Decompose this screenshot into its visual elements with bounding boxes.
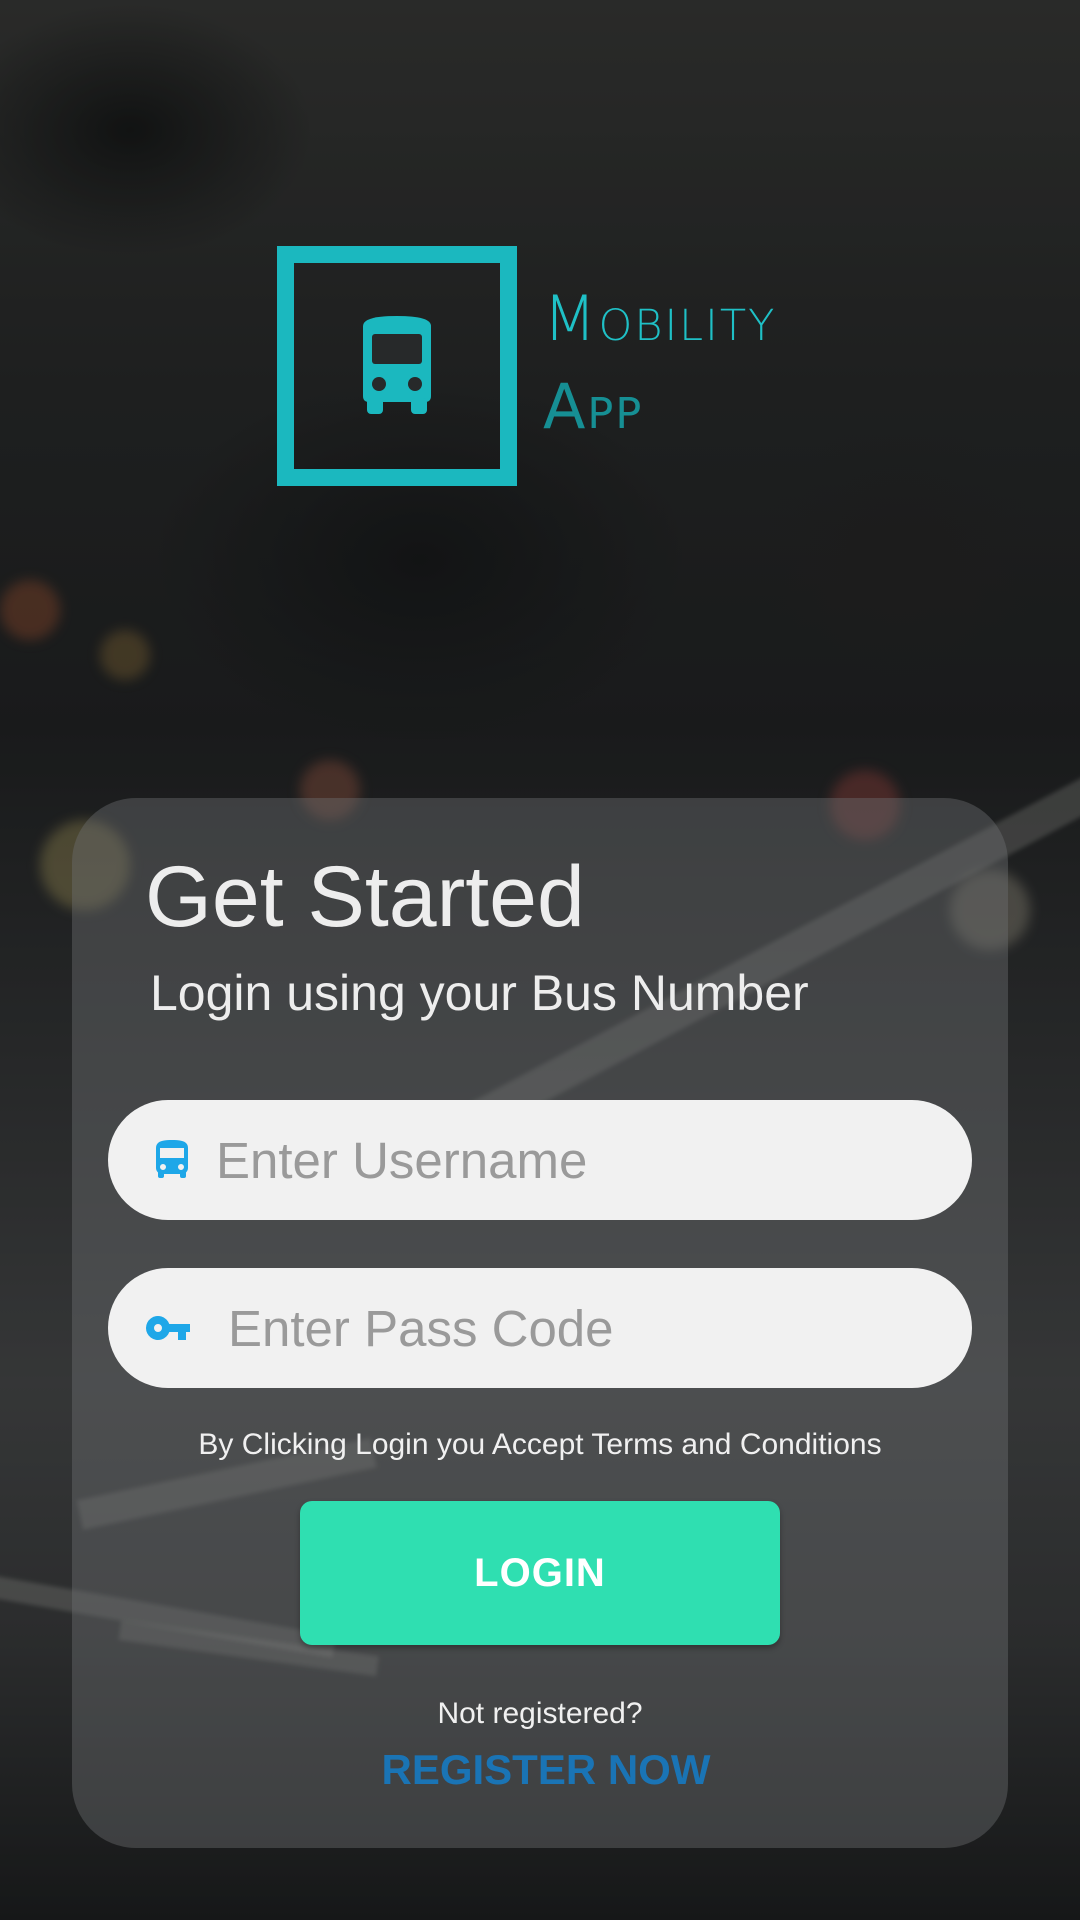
not-registered-text: Not registered? (437, 1697, 643, 1730)
bus-icon (156, 1140, 188, 1178)
app-name: Mobility App (543, 282, 776, 444)
register-now-link[interactable]: REGISTER NOW (0, 1746, 1080, 1794)
key-icon (145, 1316, 190, 1340)
page-subtitle: Login using your Bus Number (150, 965, 809, 1021)
terms-text[interactable]: By Clicking Login you Accept Terms and C… (0, 1428, 1080, 1462)
app-name-line2: App (543, 370, 644, 443)
login-button[interactable]: LOGIN (300, 1501, 780, 1645)
username-field[interactable]: Enter Username (108, 1100, 972, 1220)
username-input[interactable]: Enter Username (216, 1131, 587, 1190)
app-name-line1: Mobility (543, 282, 777, 355)
bus-icon (363, 316, 431, 414)
passcode-field[interactable]: Enter Pass Code (108, 1268, 972, 1388)
app-logo (277, 246, 517, 486)
passcode-input[interactable]: Enter Pass Code (228, 1299, 614, 1358)
page-title: Get Started (145, 849, 585, 945)
